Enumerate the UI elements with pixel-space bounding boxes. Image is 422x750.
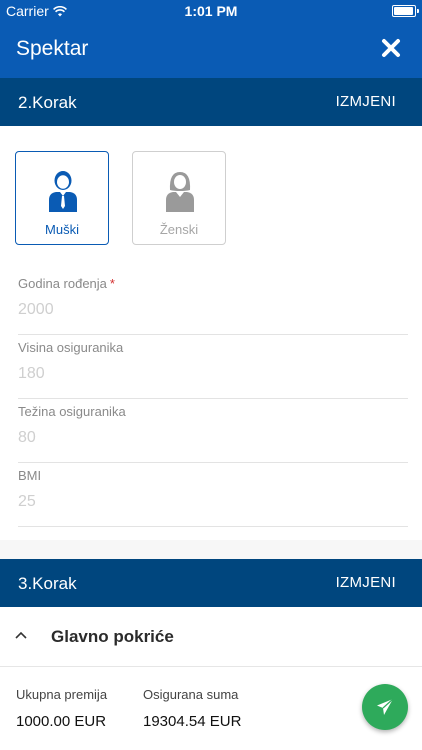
main-coverage-toggle[interactable]: Glavno pokriće (0, 608, 422, 667)
sum-insured-summary: Osigurana suma 19304.54 EUR (143, 687, 241, 730)
step-3-header: 3.Korak IZMJENI (0, 559, 422, 607)
bmi-input[interactable] (18, 490, 398, 514)
nav-bar: Spektar (0, 21, 422, 78)
step-3-label: 3.Korak (18, 574, 77, 593)
height-input[interactable] (18, 362, 398, 386)
send-icon (377, 698, 394, 715)
weight-label: Težina osiguranika (18, 404, 126, 419)
required-mark: * (109, 276, 115, 291)
sum-insured-value: 19304.54 EUR (143, 713, 242, 730)
weight-input[interactable] (18, 426, 398, 450)
battery-icon (392, 5, 419, 17)
premium-summary: Ukupna premija 1000.00 EUR (16, 687, 107, 730)
bmi-field: BMI (18, 468, 408, 527)
female-user-icon (166, 172, 194, 212)
birth-year-input[interactable] (18, 298, 398, 322)
gender-female-option[interactable]: Ženski (132, 151, 226, 245)
birth-year-label: Godina rođenja * (18, 276, 115, 291)
premium-value: 1000.00 EUR (16, 713, 107, 730)
premium-label: Ukupna premija (16, 687, 108, 702)
summary-footer: Ukupna premija 1000.00 EUR Osigurana sum… (0, 667, 422, 750)
gender-male-option[interactable]: Muški (15, 151, 109, 245)
birth-year-field: Godina rođenja * (18, 276, 408, 335)
gender-female-label: Ženski (159, 222, 199, 237)
main-coverage-label: Glavno pokriće (51, 627, 174, 646)
male-user-icon (49, 171, 77, 212)
close-icon[interactable] (380, 37, 402, 59)
step-2-header: 2.Korak IZMJENI (0, 78, 422, 126)
page-title: Spektar (16, 37, 89, 60)
status-bar: Carrier 1:01 PM (0, 0, 422, 21)
send-button[interactable] (362, 684, 408, 730)
step-3-edit-button[interactable]: IZMJENI (336, 574, 396, 591)
chevron-up-icon (15, 631, 27, 639)
gender-male-label: Muški (45, 222, 79, 237)
clock: 1:01 PM (184, 3, 238, 19)
step-2-edit-button[interactable]: IZMJENI (336, 93, 396, 110)
height-label: Visina osiguranika (18, 340, 124, 355)
section-divider (0, 540, 422, 559)
height-field: Visina osiguranika (18, 340, 408, 399)
weight-field: Težina osiguranika (18, 404, 408, 463)
sum-insured-label: Osigurana suma (143, 687, 239, 702)
step-2-label: 2.Korak (18, 93, 77, 112)
bmi-label: BMI (18, 468, 42, 483)
